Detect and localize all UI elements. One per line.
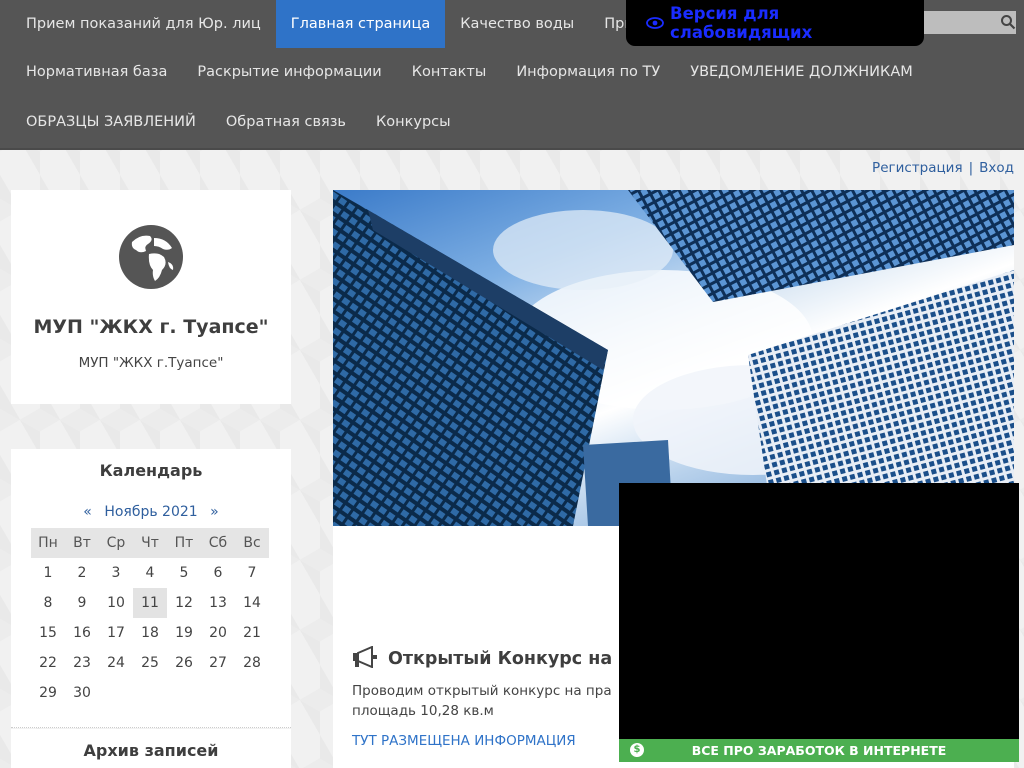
calendar-day[interactable]: 17 <box>99 618 133 648</box>
calendar-day[interactable]: 21 <box>235 618 269 648</box>
article-title[interactable]: Открытый Конкурс на ар <box>388 649 643 669</box>
auth-links: Регистрация | Вход <box>872 160 1014 176</box>
site-subtitle: МУП "ЖКХ г.Туапсе" <box>78 355 224 371</box>
nav-item-contests[interactable]: Конкурсы <box>361 98 466 146</box>
calendar-prev-button[interactable]: « <box>79 504 96 520</box>
calendar-day[interactable]: 3 <box>99 558 133 588</box>
nav-item-meter-readings[interactable]: Прием показаний для Юр. лиц <box>11 0 276 48</box>
calendar-day[interactable]: 16 <box>65 618 99 648</box>
ad-banner[interactable]: $ ВСЕ ПРО ЗАРАБОТОК В ИНТЕРНЕТЕ <box>619 739 1019 762</box>
calendar-day[interactable]: 25 <box>133 648 167 678</box>
calendar-weekday: Вс <box>235 528 269 558</box>
nav-row-1: Прием показаний для Юр. лиц Главная стра… <box>11 0 712 48</box>
calendar-day[interactable]: 13 <box>201 588 235 618</box>
calendar-day[interactable]: 7 <box>235 558 269 588</box>
calendar-day-today[interactable]: 11 <box>133 588 167 618</box>
calendar-next-button[interactable]: » <box>206 504 223 520</box>
calendar-day[interactable]: 12 <box>167 588 201 618</box>
article-link[interactable]: ТУТ РАЗМЕЩЕНА ИНФОРМАЦИЯ <box>352 733 576 749</box>
nav-item-application-samples[interactable]: ОБРАЗЦЫ ЗАЯВЛЕНИЙ <box>11 98 211 146</box>
calendar-day[interactable]: 1 <box>31 558 65 588</box>
nav-item-water-quality[interactable]: Качество воды <box>445 0 589 48</box>
nav-item-contacts[interactable]: Контакты <box>397 48 502 96</box>
calendar-day[interactable]: 29 <box>31 678 65 708</box>
globe-icon <box>118 224 184 290</box>
calendar-day[interactable]: 14 <box>235 588 269 618</box>
nav-row-3: ОБРАЗЦЫ ЗАЯВЛЕНИЙ Обратная связь Конкурс… <box>11 98 466 146</box>
accessibility-label: Версия для слабовидящих <box>670 4 813 42</box>
calendar-day[interactable]: 22 <box>31 648 65 678</box>
nav-item-tu-info[interactable]: Информация по ТУ <box>501 48 675 96</box>
article-header: Открытый Конкурс на ар <box>352 645 643 672</box>
calendar-weekday: Вт <box>65 528 99 558</box>
calendar-day[interactable]: 24 <box>99 648 133 678</box>
calendar-weekday: Чт <box>133 528 167 558</box>
article-text: Проводим открытый конкурс на пра площадь… <box>352 683 612 719</box>
calendar-widget: Календарь « Ноябрь 2021 » Пн Вт Ср Чт Пт Сб Вс… <box>11 449 291 728</box>
calendar-weekday: Сб <box>201 528 235 558</box>
calendar-weekday: Ср <box>99 528 133 558</box>
calendar-day[interactable]: 18 <box>133 618 167 648</box>
calendar-day[interactable]: 26 <box>167 648 201 678</box>
calendar-grid: Пн Вт Ср Чт Пт Сб Вс 1 2 3 4 5 6 7 8 9 10 11 12 13 14 15 16 17 1… <box>31 528 271 708</box>
accessibility-version-button[interactable]: Версия для слабовидящих <box>626 0 924 46</box>
calendar-day[interactable]: 2 <box>65 558 99 588</box>
nav-item-home[interactable]: Главная страница <box>275 0 446 48</box>
nav-item-disclosure[interactable]: Раскрытие информации <box>182 48 396 96</box>
calendar-day[interactable]: 8 <box>31 588 65 618</box>
auth-separator: | <box>968 160 974 176</box>
login-link[interactable]: Вход <box>979 160 1014 176</box>
archive-title: Архив записей <box>83 741 219 760</box>
calendar-day[interactable]: 27 <box>201 648 235 678</box>
calendar-day[interactable]: 6 <box>201 558 235 588</box>
megaphone-icon <box>352 645 378 672</box>
video-overlay[interactable] <box>619 483 1019 739</box>
search-icon[interactable] <box>1000 14 1016 30</box>
site-title: МУП "ЖКХ г. Туапсе" <box>33 316 269 338</box>
calendar-day[interactable]: 15 <box>31 618 65 648</box>
calendar-month[interactable]: Ноябрь 2021 <box>100 504 201 520</box>
calendar-day[interactable]: 19 <box>167 618 201 648</box>
calendar-weekday: Пт <box>167 528 201 558</box>
dollar-icon: $ <box>630 743 644 757</box>
nav-item-feedback[interactable]: Обратная связь <box>211 98 361 146</box>
hero-image <box>333 190 1014 526</box>
register-link[interactable]: Регистрация <box>872 160 963 176</box>
calendar-day[interactable]: 30 <box>65 678 99 708</box>
archive-widget: Архив записей <box>11 729 291 768</box>
calendar-weekday: Пн <box>31 528 65 558</box>
site-info-card: МУП "ЖКХ г. Туапсе" МУП "ЖКХ г.Туапсе" <box>11 190 291 404</box>
nav-row-2: Нормативная база Раскрытие информации Ко… <box>11 48 928 96</box>
nav-item-regulations[interactable]: Нормативная база <box>11 48 182 96</box>
calendar-day[interactable]: 4 <box>133 558 167 588</box>
calendar-day[interactable]: 28 <box>235 648 269 678</box>
eye-icon <box>646 14 664 33</box>
calendar-nav: « Ноябрь 2021 » <box>11 504 291 520</box>
ad-label: ВСЕ ПРО ЗАРАБОТОК В ИНТЕРНЕТЕ <box>691 743 947 758</box>
calendar-day[interactable]: 9 <box>65 588 99 618</box>
calendar-day[interactable]: 20 <box>201 618 235 648</box>
calendar-day[interactable]: 5 <box>167 558 201 588</box>
calendar-day[interactable]: 10 <box>99 588 133 618</box>
sidebar-divider <box>11 727 291 728</box>
nav-item-debtors-notice[interactable]: УВЕДОМЛЕНИЕ ДОЛЖНИКАМ <box>675 48 928 96</box>
calendar-day[interactable]: 23 <box>65 648 99 678</box>
calendar-title: Календарь <box>99 461 203 480</box>
